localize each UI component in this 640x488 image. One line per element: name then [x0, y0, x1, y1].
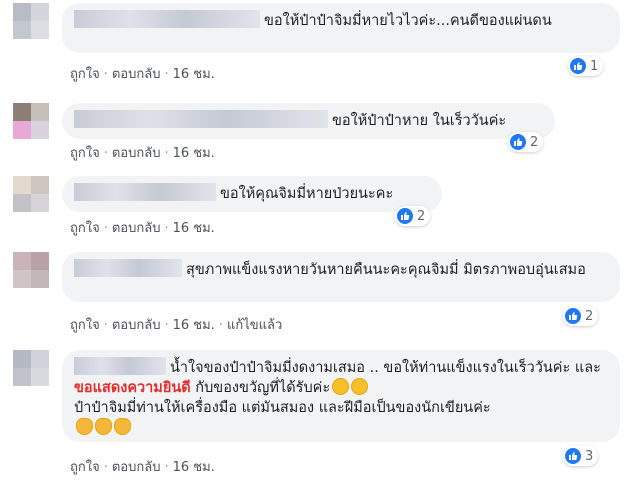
- comment-actions: ถูกใจ · ตอบกลับ · 16 ชม.: [70, 146, 215, 161]
- comment-bubble: สุขภาพแข็งแรงหายวันหายคืนนะคะคุณจิมมี่ ม…: [62, 252, 620, 302]
- commenter-name[interactable]: [74, 110, 328, 128]
- comment-actions: ถูกใจ · ตอบกลับ · 16 ชม.: [70, 460, 215, 475]
- comment-text: ขอให้คุณจิมมี่หายป่วยนะคะ: [220, 186, 394, 202]
- commenter-name[interactable]: [74, 357, 166, 375]
- reply-link[interactable]: ตอบกลับ: [112, 67, 161, 82]
- reaction-count[interactable]: 1: [568, 56, 604, 76]
- like-icon: [565, 448, 581, 464]
- timestamp[interactable]: 16 ชม.: [173, 318, 215, 333]
- reply-link[interactable]: ตอบกลับ: [112, 146, 161, 161]
- reaction-count-text: 2: [530, 134, 539, 150]
- reaction-count[interactable]: 3: [563, 446, 599, 466]
- like-icon: [510, 134, 526, 150]
- clap-emoji: [114, 418, 131, 435]
- commenter-name[interactable]: [74, 10, 260, 28]
- like-link[interactable]: ถูกใจ: [70, 460, 100, 475]
- like-link[interactable]: ถูกใจ: [70, 318, 100, 333]
- comment-text: สุขภาพแข็งแรงหายวันหายคืนนะคะคุณจิมมี่ ม…: [186, 262, 586, 278]
- reaction-count-text: 2: [585, 308, 594, 324]
- reply-link[interactable]: ตอบกลับ: [112, 460, 161, 475]
- clap-emoji: [95, 418, 112, 435]
- avatar[interactable]: [13, 103, 49, 139]
- edited-label[interactable]: แก้ไขแล้ว: [227, 318, 282, 333]
- comment-text-part3: ป๋าป๋าจิมมี่ท่านให้เครื่องมือ แต่มันสมอง…: [74, 400, 491, 416]
- reaction-count-text: 1: [590, 58, 599, 74]
- like-icon: [397, 208, 413, 224]
- like-icon: [565, 308, 581, 324]
- comment-text-part2: กับของขวัญที่ได้รับค่ะ: [195, 380, 331, 396]
- commenter-name[interactable]: [74, 259, 182, 277]
- comment-bubble: ขอให้ป๋าป๋าจิมมี่หายไวไวค่ะ...คนดีของแผ่…: [62, 3, 620, 53]
- comment-text-part1: น้ำใจของป๋าป๋าจิมมี่งดงามเสมอ .. ขอให้ท่…: [170, 360, 601, 376]
- comment-actions: ถูกใจ · ตอบกลับ · 16 ชม. · แก้ไขแล้ว: [70, 318, 283, 333]
- timestamp[interactable]: 16 ชม.: [173, 460, 215, 475]
- comment-actions: ถูกใจ · ตอบกลับ · 16 ชม.: [70, 221, 215, 236]
- like-link[interactable]: ถูกใจ: [70, 67, 100, 82]
- comment-actions: ถูกใจ · ตอบกลับ · 16 ชม.: [70, 67, 215, 82]
- comment-bubble: ขอให้ป๋าป๋าหาย ในเร็ววันค่ะ: [62, 103, 555, 139]
- timestamp[interactable]: 16 ชม.: [173, 67, 215, 82]
- reaction-count[interactable]: 2: [508, 132, 544, 152]
- comment-highlight: ขอแสดงความยินดี: [74, 380, 191, 396]
- commenter-name[interactable]: [74, 183, 216, 201]
- like-link[interactable]: ถูกใจ: [70, 146, 100, 161]
- grinning-emoji: [332, 378, 350, 395]
- comment-text: ขอให้ป๋าป๋าจิมมี่หายไวไวค่ะ...คนดีของแผ่…: [264, 13, 552, 29]
- reaction-count[interactable]: 2: [395, 206, 431, 226]
- clap-emoji: [76, 418, 93, 435]
- reaction-count-text: 2: [417, 208, 426, 224]
- avatar[interactable]: [13, 350, 49, 386]
- avatar[interactable]: [13, 176, 49, 212]
- grinning-emoji: [351, 378, 369, 395]
- reply-link[interactable]: ตอบกลับ: [112, 221, 161, 236]
- reply-link[interactable]: ตอบกลับ: [112, 318, 161, 333]
- like-icon: [570, 58, 586, 74]
- reaction-count-text: 3: [585, 448, 594, 464]
- comment-text: ขอให้ป๋าป๋าหาย ในเร็ววันค่ะ: [332, 113, 507, 129]
- timestamp[interactable]: 16 ชม.: [173, 146, 215, 161]
- timestamp[interactable]: 16 ชม.: [173, 221, 215, 236]
- comment-bubble: ขอให้คุณจิมมี่หายป่วยนะคะ: [62, 176, 442, 212]
- avatar[interactable]: [13, 3, 49, 39]
- avatar[interactable]: [13, 252, 49, 288]
- comment-bubble: น้ำใจของป๋าป๋าจิมมี่งดงามเสมอ .. ขอให้ท่…: [62, 350, 620, 442]
- reaction-count[interactable]: 2: [563, 306, 599, 326]
- like-link[interactable]: ถูกใจ: [70, 221, 100, 236]
